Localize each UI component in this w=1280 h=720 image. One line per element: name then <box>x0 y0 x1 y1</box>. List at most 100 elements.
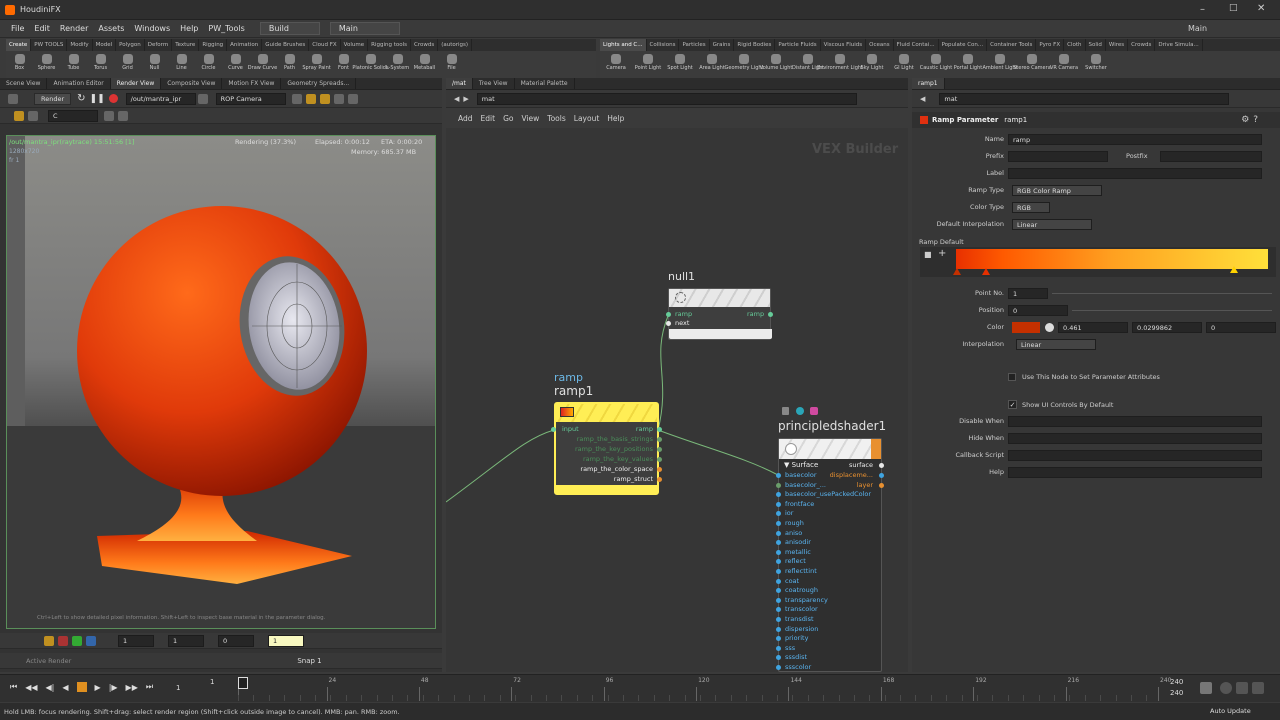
shelf-right-tab-9[interactable]: Populate Con... <box>939 39 988 51</box>
null-in-port-next[interactable] <box>666 321 671 326</box>
shelf-right-tool-15[interactable]: Switcher <box>1080 51 1112 71</box>
callback-script-field[interactable] <box>1008 450 1262 461</box>
shelf-right-tool-5[interactable]: Volume Light <box>760 51 792 71</box>
param-back-icon[interactable]: ◀ <box>920 95 925 103</box>
principled-in-port-0[interactable] <box>776 473 781 478</box>
maximize-button[interactable]: □ <box>1229 3 1238 13</box>
shelf-right-tool-13[interactable]: Stereo Camera <box>1013 51 1051 71</box>
principled-in-port-8[interactable] <box>776 549 781 555</box>
shelf-right-tool-4[interactable]: Geometry Light <box>725 51 764 71</box>
shelf-right-tab-0[interactable]: Lights and C... <box>600 39 647 51</box>
shelf-right-tool-11[interactable]: Portal Light <box>952 51 984 71</box>
ramp-out-port-2[interactable] <box>657 447 662 452</box>
shelf-right-tool-0[interactable]: Camera <box>600 51 632 71</box>
principled-out-port-2[interactable] <box>879 483 884 488</box>
principled-in-port-14[interactable] <box>776 607 781 613</box>
ramp-key-2[interactable] <box>982 268 990 275</box>
interpolation-select[interactable]: Linear <box>1016 339 1096 350</box>
menu-render[interactable]: Render <box>55 24 93 33</box>
shelf-right-tab-3[interactable]: Grains <box>710 39 735 51</box>
shelf-tab-1[interactable]: PW TOOLS <box>31 39 68 51</box>
stat-icon[interactable] <box>118 110 128 121</box>
hide-when-field[interactable] <box>1008 433 1262 444</box>
snapshot-label[interactable]: Snap 1 <box>297 657 321 665</box>
tab-left-1[interactable]: Animation Editor <box>47 78 111 89</box>
channel-icon[interactable] <box>44 635 54 646</box>
pin-icon[interactable] <box>333 93 344 104</box>
camera-field[interactable]: ROP Camera <box>215 92 286 105</box>
view-icon[interactable] <box>104 110 114 121</box>
shelf-tool-3[interactable]: Torus <box>87 51 114 71</box>
shelf-tab-2[interactable]: Modify <box>67 39 93 51</box>
rop-path-field[interactable]: /out/mantra_ipr <box>125 92 196 105</box>
shelf-tool-13[interactable]: Platonic Solids <box>352 51 389 71</box>
shelf-right-tool-14[interactable]: VR Camera <box>1048 51 1080 71</box>
shelf-right-tool-12[interactable]: Ambient Light <box>982 51 1018 71</box>
color-b-field[interactable]: 0 <box>1206 322 1276 333</box>
desk-selector[interactable]: Build <box>259 22 320 35</box>
show-ui-checkbox[interactable]: ✓ <box>1008 400 1017 409</box>
global-end-field[interactable]: 240 <box>1170 689 1183 697</box>
principled-in-port-5[interactable] <box>776 521 781 526</box>
principled-in-port-1[interactable] <box>776 482 781 488</box>
ramp-gradient[interactable] <box>956 249 1268 269</box>
key-icon[interactable] <box>1200 682 1212 694</box>
menu-windows[interactable]: Windows <box>129 24 175 33</box>
shelf-tab-3[interactable]: Model <box>93 39 117 51</box>
principled-in-port-18[interactable] <box>776 645 781 651</box>
current-frame-field[interactable]: 1 <box>176 684 180 692</box>
shelf-right-tool-3[interactable]: Area Light <box>696 51 728 71</box>
menu-edit[interactable]: Edit <box>29 24 55 33</box>
shelf-tool-14[interactable]: L-System <box>384 51 411 71</box>
shelf-right-tab-1[interactable]: Collisions <box>647 39 680 51</box>
help-field[interactable] <box>1008 467 1262 478</box>
minimize-button[interactable]: – <box>1200 4 1205 15</box>
timeline-track[interactable]: 124487296120144168192216240 <box>238 677 1171 701</box>
shelf-tab-11[interactable]: Volume <box>341 39 369 51</box>
tab-left-3[interactable]: Composite View <box>161 78 223 89</box>
ramp-out-port-4[interactable] <box>657 467 662 472</box>
tab-left-5[interactable]: Geometry Spreads... <box>281 78 357 89</box>
shelf-right-tab-15[interactable]: Crowds <box>1128 39 1156 51</box>
shelf-tool-4[interactable]: Grid <box>114 51 141 71</box>
end-frame-field[interactable]: 240 <box>1170 678 1183 686</box>
principled-out-port-1[interactable] <box>879 473 884 478</box>
principled-in-port-7[interactable] <box>776 540 781 546</box>
shelf-tab-8[interactable]: Animation <box>227 39 263 51</box>
play-icon[interactable]: ▶ <box>95 683 101 692</box>
menu-assets[interactable]: Assets <box>93 24 129 33</box>
rop-menu-icon[interactable] <box>197 93 208 104</box>
point-no-field[interactable]: 1 <box>1008 288 1048 299</box>
shelf-tab-13[interactable]: Crowds <box>411 39 439 51</box>
ramp-key-1[interactable] <box>953 268 961 275</box>
menu-help[interactable]: Help <box>175 24 203 33</box>
audio-icon[interactable] <box>1252 682 1264 694</box>
principled-in-port-6[interactable] <box>776 530 781 536</box>
shelf-tool-16[interactable]: File <box>438 51 465 71</box>
gear-icon[interactable]: ⚙ <box>1241 115 1249 125</box>
color-r-field[interactable]: 0.461 <box>1058 322 1128 333</box>
default-interp-select[interactable]: Linear <box>1012 219 1092 230</box>
tab-left-0[interactable]: Scene View <box>0 78 48 89</box>
stop-icon[interactable] <box>108 94 118 103</box>
desktop-selector[interactable]: Main <box>329 22 400 35</box>
shelf-tab-7[interactable]: Rigging <box>199 39 228 51</box>
principled-in-port-3[interactable] <box>776 501 781 507</box>
principled-in-port-9[interactable] <box>776 559 781 565</box>
shelf-tool-8[interactable]: Curve <box>222 51 249 71</box>
position-field[interactable]: 0 <box>1008 305 1068 316</box>
region-icon[interactable] <box>305 93 316 104</box>
shelf-tab-5[interactable]: Deform <box>145 39 173 51</box>
tab-ramp1[interactable]: ramp1 <box>912 78 945 89</box>
shelf-tab-14[interactable]: (autorigs) <box>438 39 473 51</box>
use-node-checkbox[interactable] <box>1008 373 1016 381</box>
shelf-right-tab-8[interactable]: Fluid Contai... <box>894 39 939 51</box>
shelf-tool-2[interactable]: Tube <box>60 51 87 71</box>
ramp-node[interactable]: input ramp ramp_the_basis_strings ramp_the… <box>551 402 662 495</box>
shelf-tool-15[interactable]: Metaball <box>411 51 438 71</box>
start-frame-field[interactable]: 1 <box>210 678 214 686</box>
menu-file[interactable]: File <box>6 24 29 33</box>
preview-icon[interactable] <box>319 93 330 104</box>
shelf-tab-6[interactable]: Texture <box>172 39 200 51</box>
principled-node[interactable]: ▼ Surface surface displaceme... layer base… <box>776 438 884 672</box>
